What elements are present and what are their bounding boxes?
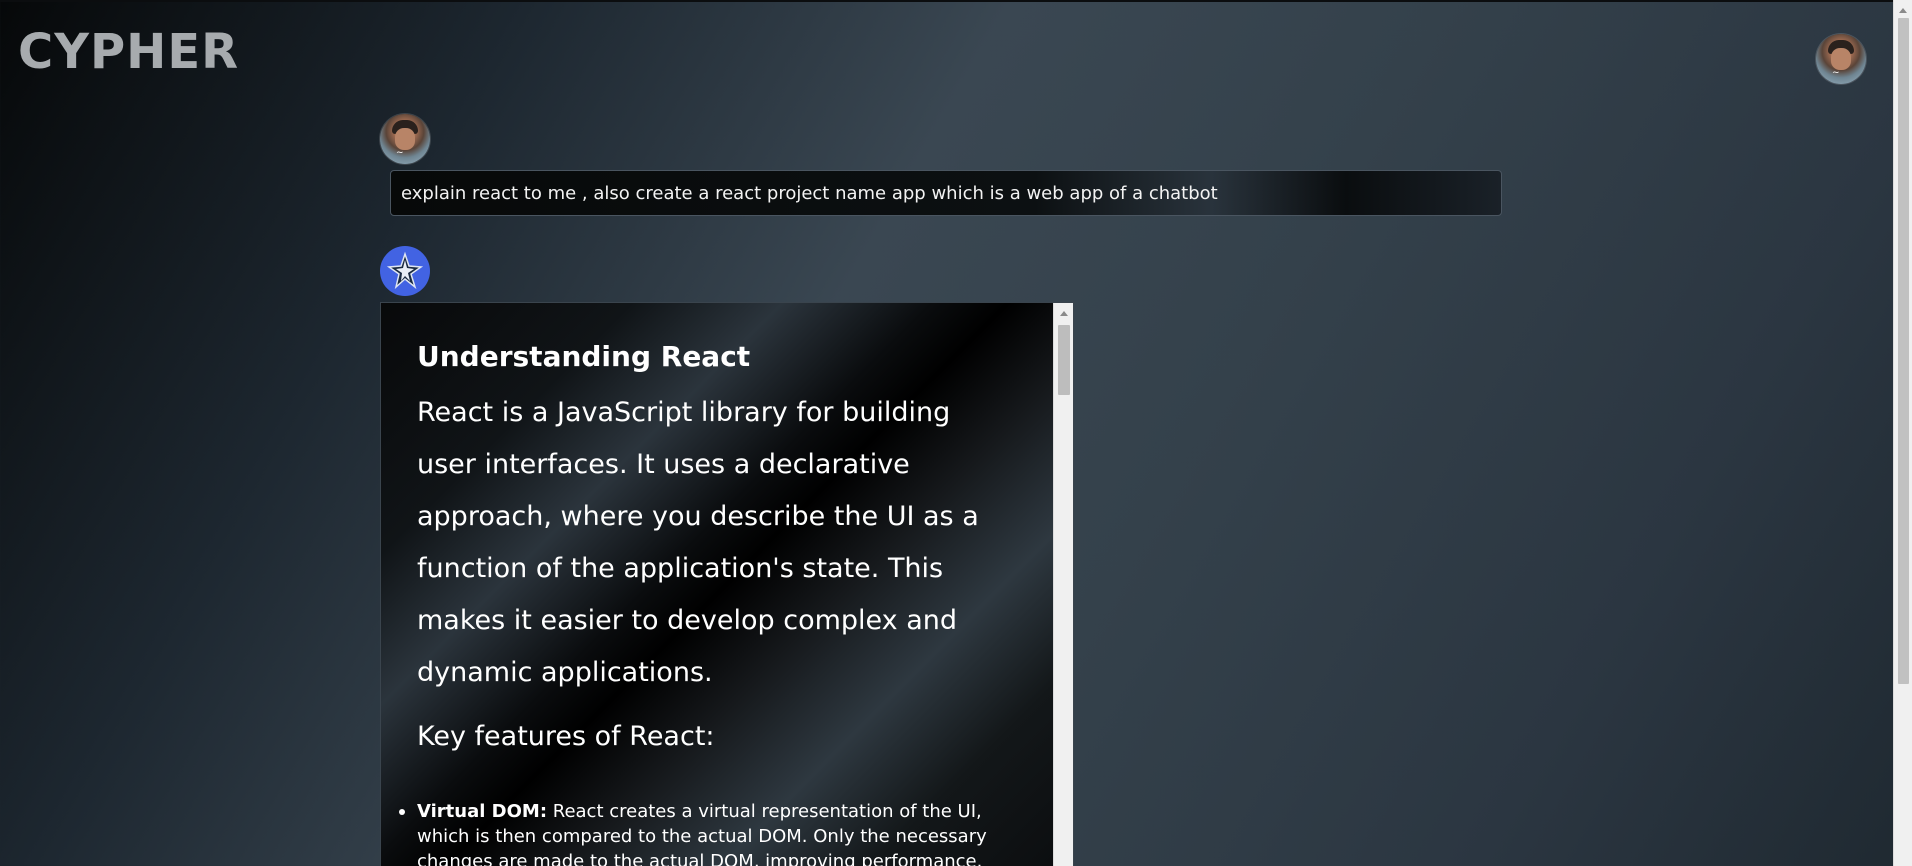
profile-avatar-icon[interactable]: ~ [1816,34,1866,84]
scroll-up-arrow-icon[interactable] [1899,8,1907,13]
scrollbar-thumb[interactable] [1058,325,1070,395]
bot-response-content: Understanding React React is a JavaScrip… [381,303,1053,866]
bot-logo-icon [380,246,430,296]
response-title: Understanding React [417,340,751,373]
response-subheading: Key features of React: [417,721,715,752]
feature-list: Virtual DOM: React creates a virtual rep… [399,799,1017,866]
scroll-up-arrow-icon[interactable] [1060,311,1068,316]
user-message-avatar-icon: ~ [380,114,430,164]
feature-term: Virtual DOM: [417,801,548,822]
top-edge [0,0,1912,2]
list-item: Virtual DOM: React creates a virtual rep… [399,799,1017,866]
scrollbar-thumb[interactable] [1898,18,1909,684]
user-message-bubble: explain react to me , also create a reac… [390,170,1502,216]
page-scrollbar[interactable] [1893,0,1912,866]
response-scrollbar[interactable] [1053,303,1073,866]
bot-response-panel[interactable]: Understanding React React is a JavaScrip… [380,302,1074,866]
bot-star-icon [386,251,424,290]
app-logo-text: CYPHER [18,24,240,80]
response-paragraph: React is a JavaScript library for buildi… [417,397,979,688]
bullet-icon [399,809,405,815]
